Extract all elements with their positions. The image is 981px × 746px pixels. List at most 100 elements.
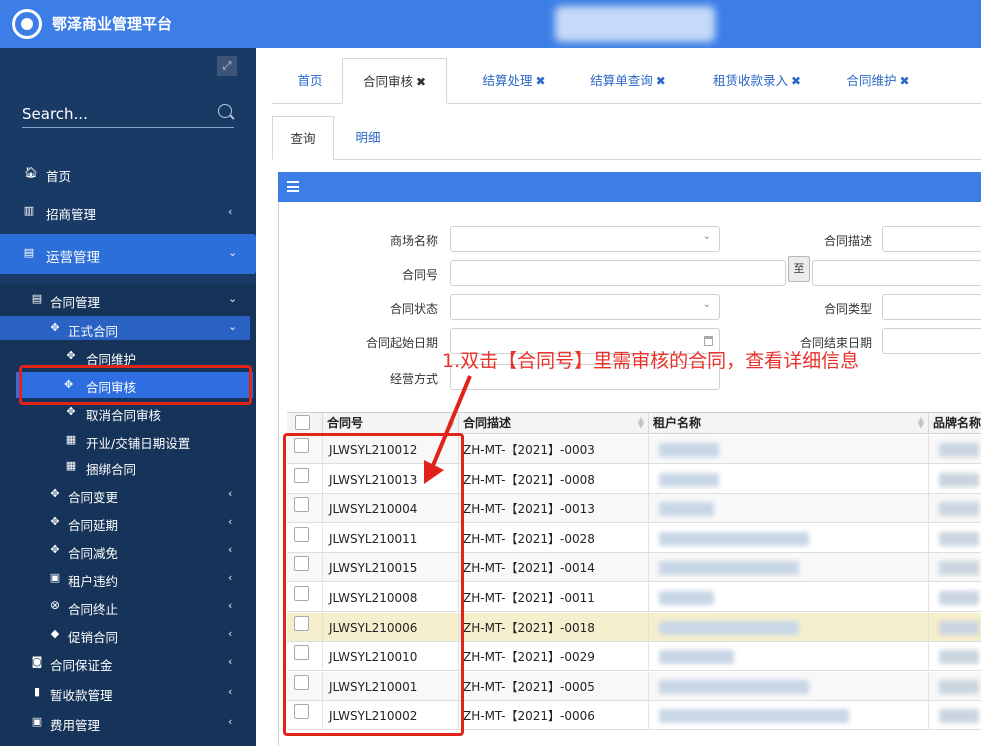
cell-brand-name-redacted[interactable]	[929, 465, 981, 493]
cell-brand-name-redacted[interactable]	[929, 701, 981, 729]
cell-contract-desc[interactable]: ZH-MT-【2021】-0008	[459, 464, 649, 493]
close-circle-icon: ⊗	[49, 598, 61, 612]
sidebar-item-label: 暂收款管理	[50, 688, 113, 703]
select-all-checkbox[interactable]	[295, 415, 310, 430]
sidebar-item-contract-extend[interactable]: ✥ 合同延期 ‹	[0, 510, 256, 534]
cell-brand-name-redacted[interactable]	[929, 553, 981, 581]
column-label: 租户名称	[653, 416, 702, 430]
redacted-text	[659, 502, 714, 517]
sidebar-item-label: 招商管理	[46, 207, 97, 222]
sidebar-item-contract-terminate[interactable]: ⊗ 合同终止 ‹	[0, 594, 256, 618]
column-header-contract-no[interactable]: 合同号 ▲ ▼	[323, 413, 459, 434]
expand-icon[interactable]: ⤢	[217, 56, 237, 76]
redacted-text	[659, 650, 734, 665]
sidebar-item-operations[interactable]: ▤ 运营管理 ⌄	[0, 234, 256, 274]
sidebar-item-contract-reduce[interactable]: ✥ 合同减免 ‹	[0, 538, 256, 562]
cell-tenant-name-redacted[interactable]	[649, 642, 929, 671]
redacted-text	[939, 709, 979, 724]
sidebar-item-contract-change[interactable]: ✥ 合同变更 ‹	[0, 482, 256, 506]
money-icon: ▣	[31, 715, 43, 728]
redacted-text	[939, 531, 979, 546]
redacted-text	[939, 443, 979, 457]
sidebar-item-label: 合同终止	[68, 602, 119, 617]
sort-icon[interactable]: ▲ ▼	[448, 416, 454, 430]
sidebar-item-promo-contract[interactable]: ◆ 促销合同 ‹	[0, 622, 256, 646]
cell-contract-desc[interactable]: ZH-MT-【2021】-0014	[459, 553, 649, 582]
sidebar-item-fees[interactable]: ▣ 费用管理 ‹	[0, 710, 256, 734]
cell-tenant-name-redacted[interactable]	[649, 435, 929, 463]
cell-tenant-name-redacted[interactable]	[649, 612, 929, 641]
operation-icon: ▤	[23, 246, 35, 259]
column-header-contract-desc[interactable]: 合同描述 ▲ ▼	[459, 413, 649, 434]
redacted-text	[939, 561, 979, 576]
cell-tenant-name-redacted[interactable]	[649, 523, 929, 552]
column-label: 合同号	[327, 416, 364, 430]
cell-contract-desc[interactable]: ZH-MT-【2021】-0013	[459, 494, 649, 523]
search-icon[interactable]	[218, 104, 232, 118]
sidebar-item-home[interactable]: 🏠︎ 首页	[0, 162, 256, 186]
redacted-text	[659, 591, 714, 605]
chevron-left-icon: ‹	[228, 487, 233, 500]
redacted-text	[659, 709, 849, 724]
sidebar-item-formal-contract[interactable]: ✥ 正式合同 ⌄	[0, 316, 256, 340]
cell-tenant-name-redacted[interactable]	[649, 494, 929, 523]
sidebar-item-bundle-contract[interactable]: ▦ 捆绑合同	[0, 454, 256, 478]
cell-tenant-name-redacted[interactable]	[649, 701, 929, 730]
app-title: 鄂泽商业管理平台	[52, 15, 173, 33]
chevron-left-icon: ‹	[228, 655, 233, 668]
sort-icon[interactable]: ▲ ▼	[638, 416, 644, 430]
redacted-text	[659, 620, 799, 635]
column-header-brand-name[interactable]: 品牌名称	[929, 413, 981, 434]
cell-brand-name-redacted[interactable]	[929, 642, 981, 670]
highlight-box-contract-no-column	[283, 433, 464, 736]
sidebar-search	[22, 102, 234, 128]
column-label: 合同描述	[463, 416, 512, 430]
cell-tenant-name-redacted[interactable]	[649, 464, 929, 493]
sidebar-item-deposit[interactable]: ◙ 合同保证金 ‹	[0, 650, 256, 674]
sidebar-item-contract-mgmt[interactable]: ▤ 合同管理 ⌄	[0, 288, 256, 312]
sidebar-item-investment[interactable]: ▥ 招商管理 ‹	[0, 200, 256, 224]
redacted-text	[939, 591, 979, 605]
home-icon: 🏠︎	[24, 166, 38, 179]
user-icon: ▣	[49, 571, 61, 584]
cell-contract-desc[interactable]: ZH-MT-【2021】-0003	[459, 435, 649, 463]
redacted-text	[659, 561, 799, 576]
sort-icon[interactable]: ▲ ▼	[918, 416, 924, 430]
deposit-icon: ◙	[31, 655, 43, 668]
cell-contract-desc[interactable]: ZH-MT-【2021】-0028	[459, 523, 649, 552]
cell-brand-name-redacted[interactable]	[929, 672, 981, 700]
sidebar-item-label: 捆绑合同	[86, 462, 137, 477]
handshake-icon: ✥	[66, 349, 76, 362]
chevron-left-icon: ‹	[228, 515, 233, 528]
sidebar-item-label: 费用管理	[50, 718, 101, 733]
cell-brand-name-redacted[interactable]	[929, 435, 981, 463]
bars-icon: ▮	[33, 685, 41, 698]
sidebar-item-temp-receipt[interactable]: ▮ 暂收款管理 ‹	[0, 680, 256, 704]
sidebar-item-tenant-default[interactable]: ▣ 租户违约 ‹	[0, 566, 256, 590]
cell-brand-name-redacted[interactable]	[929, 524, 981, 552]
cell-contract-desc[interactable]: ZH-MT-【2021】-0005	[459, 671, 649, 700]
cell-contract-desc[interactable]: ZH-MT-【2021】-0011	[459, 583, 649, 611]
handshake-icon: ✥	[66, 405, 76, 418]
cell-contract-desc[interactable]: ZH-MT-【2021】-0006	[459, 701, 649, 730]
cell-contract-desc[interactable]: ZH-MT-【2021】-0018	[459, 612, 649, 641]
column-header-tenant-name[interactable]: 租户名称 ▲ ▼	[649, 413, 929, 434]
sidebar-item-label: 合同变更	[68, 490, 119, 505]
chevron-down-icon: ⌄	[228, 292, 238, 305]
cell-contract-desc[interactable]: ZH-MT-【2021】-0029	[459, 642, 649, 671]
sidebar-item-label: 首页	[46, 169, 72, 184]
sidebar-item-opening-date[interactable]: ▦ 开业/交铺日期设置	[0, 428, 256, 452]
search-input[interactable]	[22, 102, 208, 126]
cell-tenant-name-redacted[interactable]	[649, 553, 929, 582]
calendar-icon: ▦	[65, 459, 77, 472]
cell-tenant-name-redacted[interactable]	[649, 583, 929, 611]
redacted-text	[939, 502, 979, 517]
cell-brand-name-redacted[interactable]	[929, 494, 981, 522]
sidebar-item-label: 正式合同	[68, 324, 119, 339]
cell-tenant-name-redacted[interactable]	[649, 671, 929, 700]
handshake-icon: ✥	[50, 543, 60, 556]
sidebar-item-label: 取消合同审核	[86, 408, 162, 423]
cell-brand-name-redacted[interactable]	[929, 583, 981, 611]
handshake-icon: ✥	[50, 321, 60, 334]
cell-brand-name-redacted[interactable]	[929, 613, 981, 641]
